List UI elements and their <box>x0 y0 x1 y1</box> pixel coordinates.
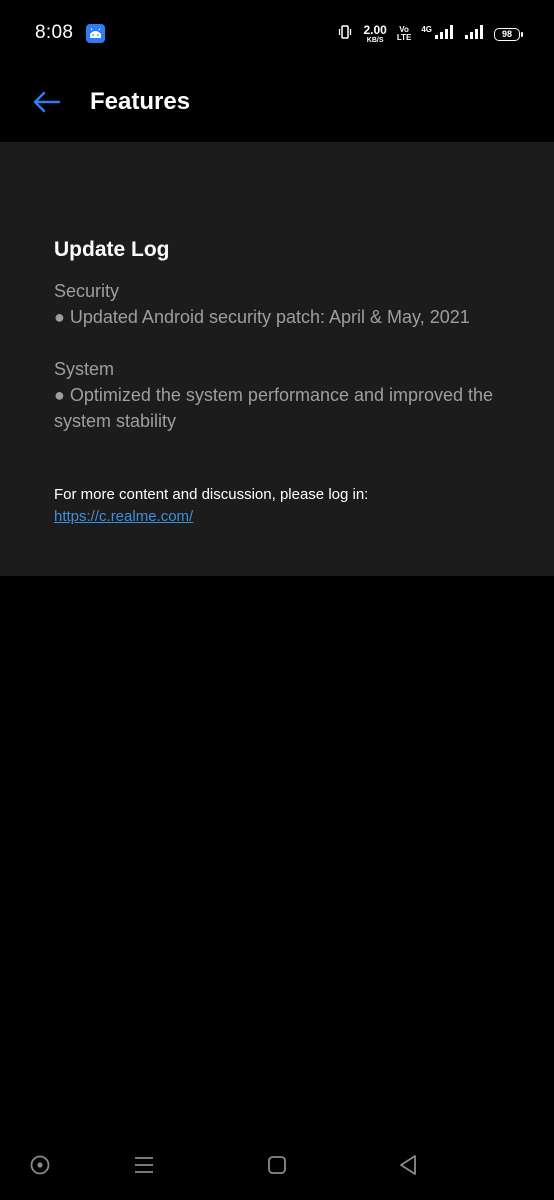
volte-indicator: Vo LTE <box>397 26 412 42</box>
navigation-bar <box>0 1132 554 1200</box>
log-item: ● Optimized the system performance and i… <box>54 385 494 431</box>
update-log-heading: Update Log <box>54 238 170 261</box>
home-button[interactable] <box>264 1154 290 1180</box>
signal-icon <box>434 24 454 45</box>
app-header: Features <box>0 68 554 142</box>
log-item: ● Updated Android security patch: April … <box>54 307 470 327</box>
arrow-left-icon <box>33 91 61 118</box>
volte-bottom: LTE <box>396 33 412 42</box>
recents-button[interactable] <box>131 1154 157 1180</box>
signal-icon <box>464 24 484 45</box>
assistant-circle-icon <box>29 1154 51 1181</box>
update-log-body: Security ● Updated Android security patc… <box>54 278 504 460</box>
login-note: For more content and discussion, please … <box>54 486 369 503</box>
log-section-system: System ● Optimized the system performanc… <box>54 356 504 434</box>
assistant-button[interactable] <box>27 1154 53 1180</box>
status-bar: 8:08 2.00 KB/S Vo LTE 4G 98 <box>0 0 554 68</box>
status-time: 8:08 <box>35 22 74 43</box>
network-type: 4G <box>421 25 432 34</box>
log-section-security: Security ● Updated Android security patc… <box>54 278 504 330</box>
log-section-title: System <box>54 359 115 379</box>
network-speed-unit: KB/S <box>366 37 384 44</box>
log-section-title: Security <box>54 281 120 301</box>
menu-icon <box>133 1155 155 1180</box>
network-speed-value: 2.00 <box>363 23 387 37</box>
battery-indicator: 98 <box>494 27 523 41</box>
android-debug-icon <box>86 24 105 43</box>
vibrate-icon <box>337 24 353 45</box>
page-title: Features <box>90 88 191 115</box>
realme-community-link[interactable]: https://c.realme.com/ <box>54 506 193 528</box>
home-square-icon <box>266 1154 288 1181</box>
status-icons: 2.00 KB/S Vo LTE 4G 98 <box>337 22 523 46</box>
back-button[interactable] <box>26 84 68 124</box>
network-speed: 2.00 KB/S <box>363 24 386 44</box>
update-log-card: Update Log Security ● Updated Android se… <box>0 142 554 576</box>
back-nav-button[interactable] <box>395 1154 421 1180</box>
back-triangle-icon <box>397 1153 419 1182</box>
